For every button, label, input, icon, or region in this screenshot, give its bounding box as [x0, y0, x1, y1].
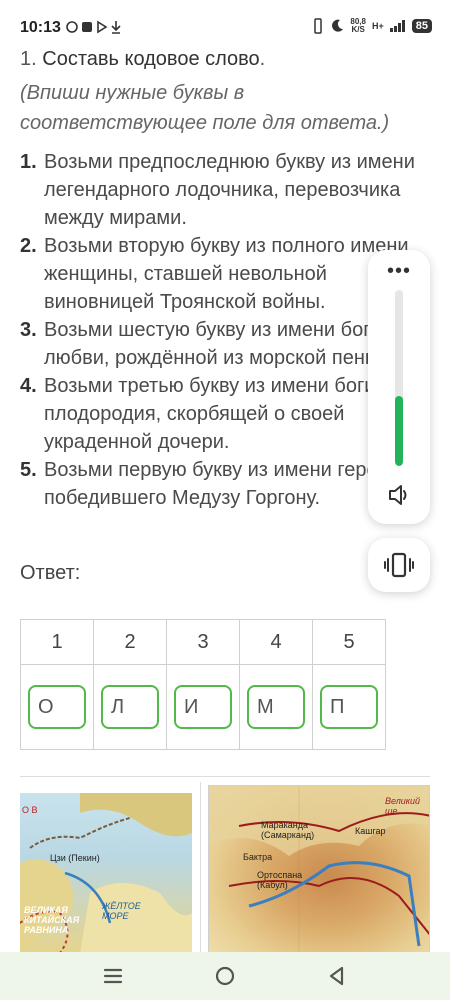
answer-input-1[interactable]: О — [28, 685, 86, 729]
map2-label: Ортоспана (Кабул) — [257, 870, 303, 890]
step-item: 3. Возьми шестую букву из имени богини лю… — [20, 319, 404, 369]
section-divider — [20, 776, 430, 777]
map-china: О В Цзи (Пекин) ЖЁЛТОЕ МОРЕ ВЕЛИКАЯ КИТА… — [20, 793, 192, 953]
map1-label: ЖЁЛТОЕ МОРЕ — [102, 901, 141, 921]
notification-icons-glyphs — [66, 20, 121, 34]
system-nav-bar — [0, 952, 450, 1000]
answer-input-3[interactable]: И — [174, 685, 232, 729]
answer-input-2[interactable]: Л — [101, 685, 159, 729]
back-icon[interactable] — [325, 964, 349, 988]
home-icon[interactable] — [213, 964, 237, 988]
steps-list: 1. Возьми предпоследнюю букву из имени ле… — [20, 148, 420, 512]
task-instruction: (Впиши нужные буквы в соответствующее по… — [20, 82, 390, 134]
more-options-icon[interactable]: ••• — [368, 260, 430, 283]
map-divider — [200, 782, 201, 952]
answer-input-5[interactable]: П — [320, 685, 378, 729]
answer-table: 1 2 3 4 5 О Л И М П — [20, 619, 386, 750]
map1-label: О В — [22, 805, 38, 815]
clock: 10:13 — [20, 19, 61, 36]
answer-header-cell: 1 — [20, 619, 94, 665]
speaker-icon[interactable] — [386, 482, 412, 508]
task-number: 1. — [20, 48, 37, 70]
network-type: H+ — [371, 21, 384, 31]
notification-icons — [66, 20, 136, 37]
vibrate-status-icon — [314, 18, 323, 34]
battery-indicator: 85 — [411, 19, 432, 33]
answer-header-cell: 4 — [239, 619, 313, 665]
map1-label: ВЕЛИКАЯ КИТАЙСКАЯ РАВНИНА — [24, 905, 80, 935]
signal-icon — [389, 20, 405, 32]
menu-icon[interactable] — [101, 964, 125, 988]
step-item: 4. Возьми третью букву из имени богини пл… — [20, 375, 398, 453]
map-central-asia: Мараканда (Самарканд) Кашгар Бактра Орто… — [208, 785, 430, 953]
moon-icon — [332, 19, 344, 32]
answer-label: Ответ: — [20, 562, 81, 584]
status-right: 80,8 K/S H+ 85 — [312, 18, 432, 34]
map2-label: Кашгар — [355, 826, 386, 836]
ring-mode-panel[interactable] — [368, 538, 430, 592]
map2-label: Мараканда (Самарканд) — [261, 820, 315, 840]
step-item: 1. Возьми предпоследнюю букву из имени ле… — [20, 151, 415, 229]
volume-panel: ••• — [368, 250, 430, 524]
task-title-text: Составь кодовое слово — [42, 48, 260, 70]
map1-label: Цзи (Пекин) — [50, 853, 100, 863]
volume-slider[interactable] — [395, 290, 403, 466]
step-item: 5. Возьми первую букву из имени героя, по… — [20, 459, 394, 509]
answer-input-4[interactable]: М — [247, 685, 305, 729]
map2-label: Бактра — [243, 852, 273, 862]
vibrate-icon — [384, 552, 414, 578]
network-speed: 80,8 K/S — [350, 17, 366, 34]
volume-level — [395, 395, 403, 466]
answer-header-cell: 5 — [312, 619, 386, 665]
map2-label: Великий ше — [385, 796, 421, 816]
task-title: 1. Составь кодовое слово. — [20, 48, 266, 70]
step-item: 2. Возьми вторую букву из полного имени ж… — [20, 235, 409, 313]
answer-header-cell: 2 — [93, 619, 167, 665]
answer-header-cell: 3 — [166, 619, 240, 665]
